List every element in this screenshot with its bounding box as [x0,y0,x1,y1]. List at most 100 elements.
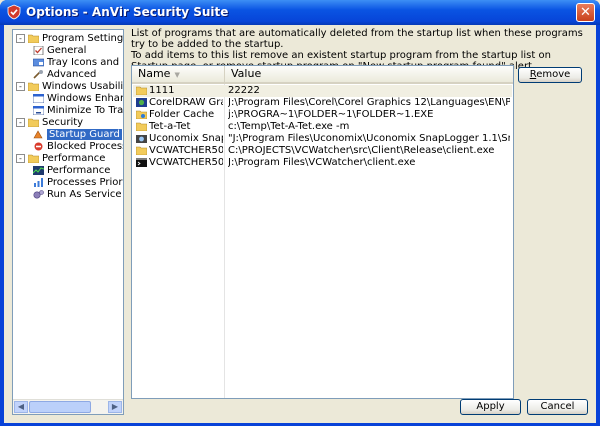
folder-icon [28,82,39,91]
close-icon: ✕ [580,5,591,20]
remove-button[interactable]: Remove [518,67,582,83]
scrollbar-thumb[interactable] [29,401,91,413]
item-name: Uconomix SnapLo... [149,133,223,144]
item-value: j:\PROGRA~1\FOLDER~1\FOLDER~1.EXE [228,109,434,120]
item-value: C:\PROJECTS\VCWatcher\src\Client\Release… [228,145,495,156]
collapse-toggle-icon[interactable]: - [16,153,25,163]
tree-item-advanced[interactable]: Advanced [33,69,96,81]
collapse-toggle-icon[interactable]: - [16,81,25,91]
tree-item-label-selected: Startup Guard [47,129,122,140]
options-window: Options - AnVir Security Suite ✕ - Progra… [0,0,600,426]
anvir-shield-icon [7,4,21,20]
tree-item-label: Tray Icons and Menu [47,57,123,68]
item-name: Folder Cache [149,109,215,120]
list-item[interactable]: VCWATCHER50SE C:\PROJECTS\VCWatcher\src\… [133,145,512,157]
dialog-body: - Program Settings General Tray Icons and… [4,25,596,423]
tools-icon [33,69,43,79]
tree-item-processes-priority[interactable]: Processes Priority [33,177,123,189]
column-value-label: Value [231,67,262,80]
priority-icon [34,177,43,187]
item-value: c:\Temp\Tet-A-Tet.exe -m [228,121,350,132]
tree-horizontal-scrollbar[interactable]: ◀ ▶ [13,399,123,414]
list-item[interactable]: VCWATCHER50SE J:\Program Files\VCWatcher… [133,157,512,169]
snaplogger-icon [136,134,147,143]
tree-item-startup-guard[interactable]: Startup Guard [33,129,122,141]
folder-icon [136,146,147,155]
tree-group-performance[interactable]: - Performance [16,153,105,165]
collapse-toggle-icon[interactable]: - [16,33,25,43]
tree-group-label: Program Settings [42,33,124,44]
folder-icon [136,86,147,95]
window-icon [33,93,44,103]
tree-group-windows-usability[interactable]: - Windows Usability [16,81,124,93]
description-line-1: List of programs that are automatically … [131,28,583,50]
folder-icon [28,118,39,127]
service-gears-icon [33,189,44,199]
blocked-icon [34,142,43,150]
remove-label: emove [536,69,571,80]
tree-item-tray-icons-and-menu[interactable]: Tray Icons and Menu [33,57,123,69]
tree-item-label: Minimize To Tray [47,105,124,116]
item-value: 22222 [228,85,260,96]
list-item[interactable]: Uconomix SnapLo... "J:\Program Files\Uco… [133,133,512,145]
folder-icon [28,34,39,43]
item-name: VCWATCHER50SE [149,145,223,156]
scroll-left-arrow-icon[interactable]: ◀ [14,401,28,413]
folder-icon [28,154,39,163]
performance-graph-icon [33,165,44,175]
tree-group-label: Security [42,117,84,128]
item-value: J:\Program Files\Corel\Corel Graphics 12… [228,97,510,108]
item-value: J:\Program Files\VCWatcher\client.exe [228,157,416,168]
tray-icon [33,58,44,66]
tree-item-minimize-to-tray[interactable]: Minimize To Tray [33,105,124,117]
list-item[interactable]: 1111 22222 [133,85,512,97]
item-name: Tet-a-Tet [149,121,191,132]
coreldraw-icon [136,97,147,107]
window-frame-right [596,25,600,426]
cancel-button[interactable]: Cancel [527,399,588,415]
item-name: VCWATCHER50SE [149,157,223,168]
window-frame-left [0,25,4,426]
tree-group-label: Performance [42,153,106,164]
column-header-name[interactable]: Name ▼ [132,66,225,82]
console-icon [136,157,147,167]
item-name: CorelDRAW Grap... [149,97,223,108]
tree-item-label: Performance [47,165,111,176]
folder-cache-icon [136,110,147,119]
item-value: "J:\Program Files\Uconomix\Uconomix Snap… [228,133,510,144]
tree-item-label: Advanced [47,69,97,80]
tree-item-label: General [47,45,87,56]
startup-guard-list[interactable]: Name▼ Value 1111 22222 CorelDRAW Grap...… [131,65,514,399]
startup-guard-icon [33,129,43,138]
list-item[interactable]: Tet-a-Tet c:\Temp\Tet-A-Tet.exe -m [133,121,512,133]
sort-descending-icon: ▼ [174,71,180,79]
apply-button[interactable]: Apply [460,399,521,415]
collapse-toggle-icon[interactable]: - [16,117,25,127]
tree-item-blocked-processes[interactable]: Blocked Processes [33,141,123,153]
tree-item-windows-enhancements[interactable]: Windows Enhancements [33,93,123,105]
column-header-value[interactable]: Value [225,66,513,82]
tree-item-performance[interactable]: Performance [33,165,110,177]
options-nav-tree[interactable]: - Program Settings General Tray Icons and… [12,29,124,415]
tree-item-label: Processes Priority [47,177,123,188]
window-title: Options - AnVir Security Suite [26,5,229,19]
list-item[interactable]: CorelDRAW Grap... J:\Program Files\Corel… [133,97,512,109]
minimize-window-icon [33,105,44,115]
scroll-right-arrow-icon[interactable]: ▶ [108,401,122,413]
tree-group-program-settings[interactable]: - Program Settings [16,33,124,45]
item-name: 1111 [149,85,175,96]
close-button[interactable]: ✕ [576,3,595,22]
folder-icon [136,122,147,131]
tree-group-security[interactable]: - Security [16,117,83,129]
tree-item-label: Blocked Processes [47,141,123,152]
list-header: Name ▼ Value [132,66,513,84]
checklist-icon [33,45,44,55]
tree-item-label: Run As Service [47,189,122,200]
tree-item-run-as-service[interactable]: Run As Service [33,189,122,201]
title-bar[interactable]: Options - AnVir Security Suite ✕ [0,0,600,25]
tree-group-label: Windows Usability [42,81,124,92]
list-item[interactable]: Folder Cache j:\PROGRA~1\FOLDER~1\FOLDER… [133,109,512,121]
tree-item-general[interactable]: General [33,45,86,57]
column-name-label: Name [138,67,171,80]
tree-item-label: Windows Enhancements [47,93,123,104]
